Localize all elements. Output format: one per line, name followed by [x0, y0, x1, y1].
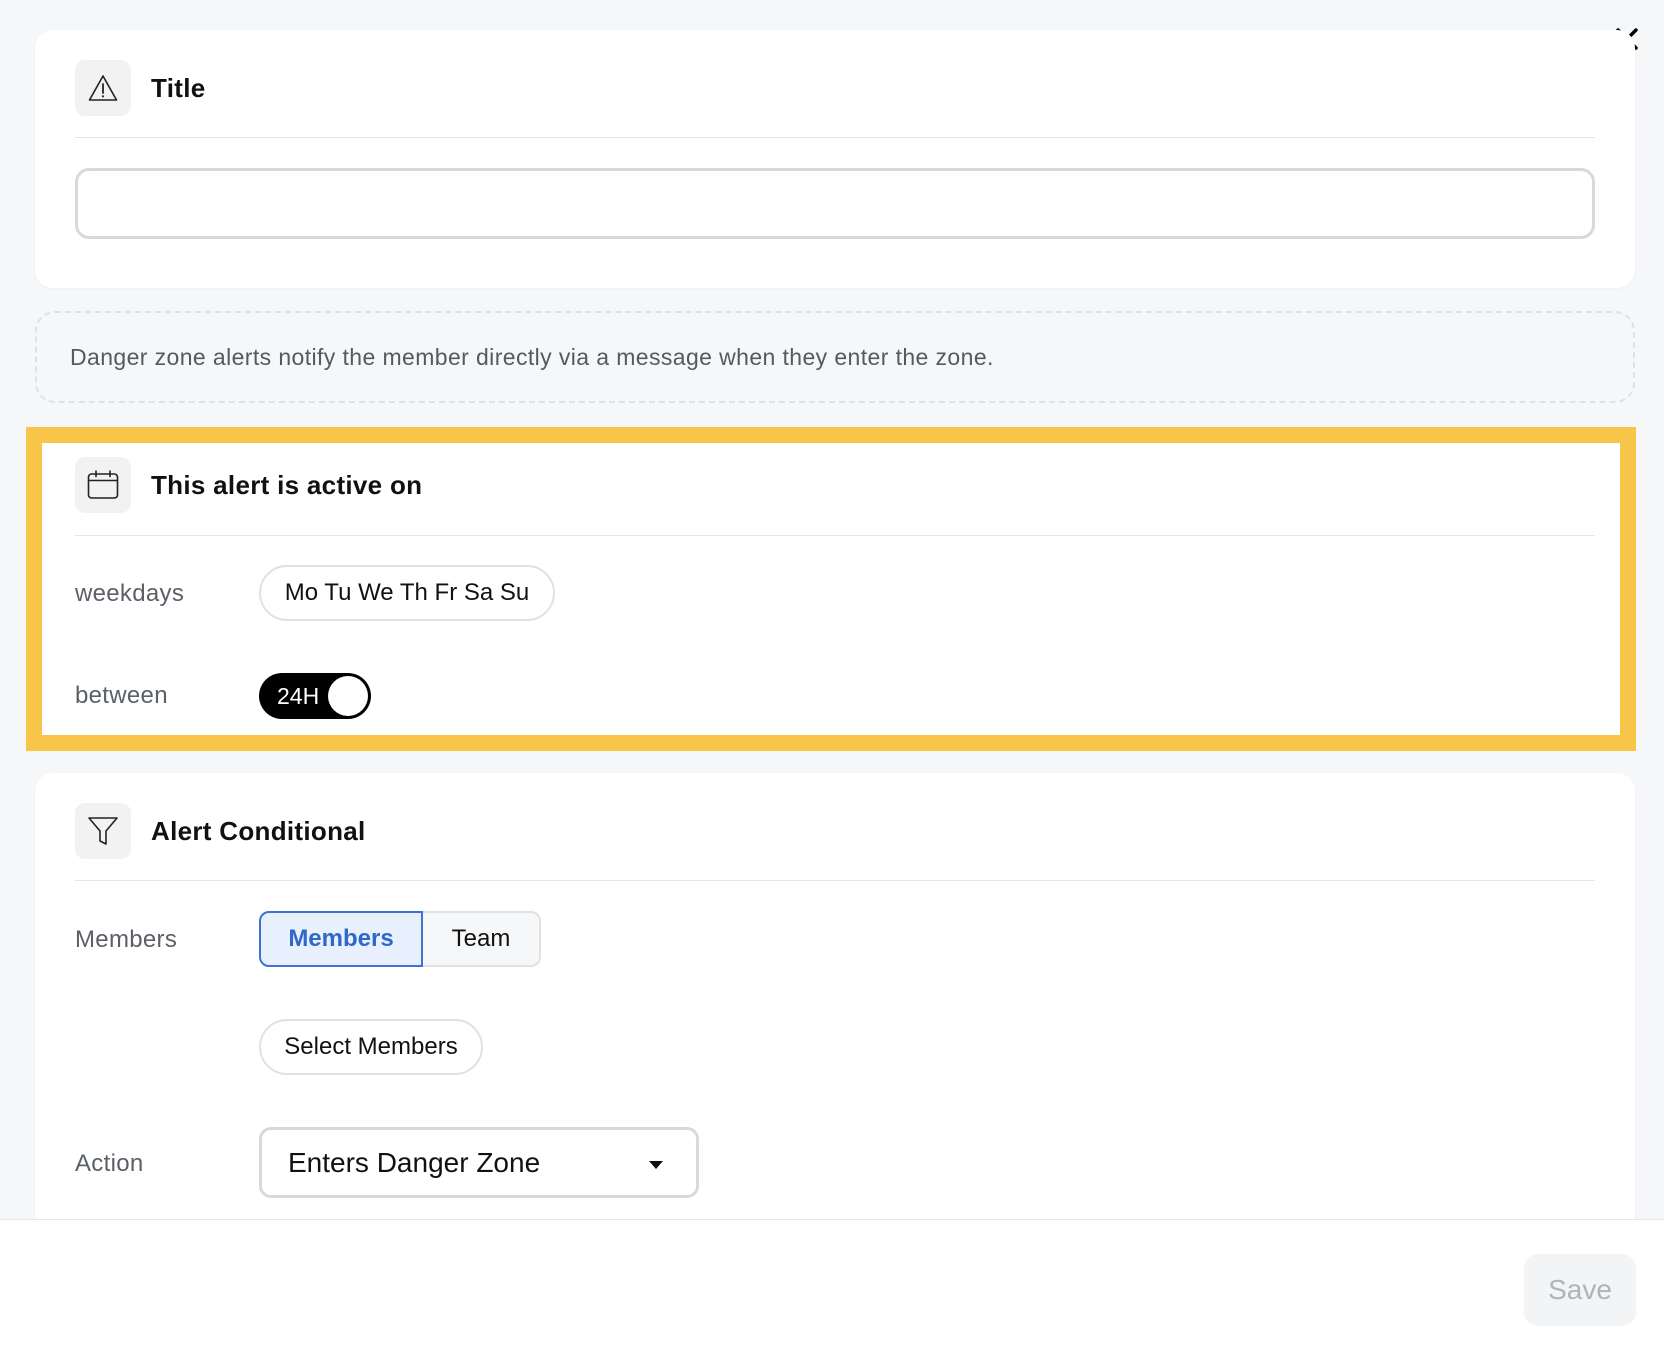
24h-toggle[interactable]: 24H [259, 673, 371, 719]
toggle-label: 24H [277, 682, 320, 709]
warning-icon [75, 60, 131, 116]
chevron-down-icon [649, 1161, 663, 1169]
segment-team-label: Team [451, 925, 511, 952]
select-members-button[interactable]: Select Members [259, 1019, 483, 1075]
conditional-card: Alert Conditional Members Members Team S… [35, 773, 1635, 1273]
select-members-label: Select Members [284, 1033, 458, 1060]
between-label: between [75, 682, 168, 709]
action-label: Action [75, 1150, 144, 1177]
schedule-card: This alert is active on weekdays Mo Tu W… [35, 441, 1635, 737]
title-card-header: Title [75, 60, 1595, 116]
weekdays-label: weekdays [75, 580, 185, 607]
segment-members-label: Members [288, 925, 394, 952]
footer-bar: Save [0, 1219, 1664, 1348]
schedule-heading: This alert is active on [151, 469, 423, 500]
title-input[interactable] [75, 168, 1595, 239]
info-notice: Danger zone alerts notify the member dir… [35, 311, 1635, 403]
title-heading: Title [151, 72, 206, 103]
action-value: Enters Danger Zone [288, 1146, 541, 1178]
weekdays-value: Mo Tu We Th Fr Sa Su [284, 579, 530, 606]
members-team-segmented-control: Members Team [259, 911, 541, 967]
members-label: Members [75, 926, 178, 953]
conditional-card-header: Alert Conditional [75, 803, 1595, 859]
toggle-knob [328, 676, 368, 716]
divider [75, 880, 1595, 881]
save-button[interactable]: Save [1524, 1254, 1636, 1326]
title-card: Title [35, 30, 1635, 288]
info-text: Danger zone alerts notify the member dir… [70, 343, 994, 370]
segment-team[interactable]: Team [423, 911, 541, 967]
weekdays-selector[interactable]: Mo Tu We Th Fr Sa Su [259, 565, 555, 621]
calendar-icon [75, 457, 131, 513]
divider [75, 535, 1595, 536]
segment-members[interactable]: Members [259, 911, 423, 967]
conditional-heading: Alert Conditional [151, 815, 366, 846]
filter-icon [75, 803, 131, 859]
action-select[interactable]: Enters Danger Zone [259, 1127, 699, 1198]
divider [75, 137, 1595, 138]
schedule-card-header: This alert is active on [75, 457, 1595, 513]
